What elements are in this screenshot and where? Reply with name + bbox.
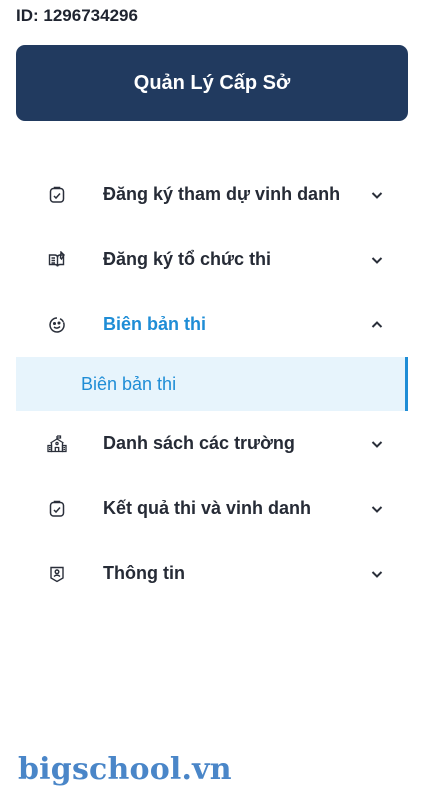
menu-item-school-list[interactable]: Danh sách các trường — [0, 411, 424, 476]
menu-item-information[interactable]: Thông tin — [0, 541, 424, 606]
menu-item-label: Kết quả thi và vinh danh — [103, 498, 312, 518]
chevron-down-icon[interactable] — [368, 435, 386, 453]
sidebar-menu: Đăng ký tham dự vinh danh Đăng ký tổ chứ… — [0, 162, 424, 606]
role-title: Quản Lý Cấp Sở — [133, 71, 291, 94]
open-book-icon — [47, 250, 67, 270]
smile-face-icon — [47, 315, 67, 335]
menu-item-label: Thông tin — [103, 563, 185, 583]
menu-item-register-honor[interactable]: Đăng ký tham dự vinh danh — [0, 162, 424, 227]
bigschool-logo: bigschool.vn — [18, 752, 232, 787]
clipboard-check-icon — [47, 499, 67, 519]
id-badge-icon — [47, 564, 67, 584]
chevron-up-icon[interactable] — [368, 316, 386, 334]
school-building-icon — [47, 434, 67, 454]
menu-item-label: Danh sách các trường — [103, 433, 295, 453]
menu-item-label: Đăng ký tổ chức thi — [103, 249, 272, 269]
chevron-down-icon[interactable] — [368, 565, 386, 583]
menu-item-exam-minutes[interactable]: Biên bản thi — [0, 292, 424, 357]
menu-item-label: Biên bản thi — [103, 314, 206, 334]
role-title-banner[interactable]: Quản Lý Cấp Sở — [16, 45, 408, 121]
menu-item-label: Đăng ký tham dự vinh danh — [103, 184, 341, 204]
submenu-item-exam-minutes[interactable]: Biên bản thi — [16, 357, 408, 411]
submenu-item-label: Biên bản thi — [81, 373, 177, 394]
chevron-down-icon[interactable] — [368, 186, 386, 204]
user-id-label: ID: 1296734296 — [16, 6, 138, 25]
menu-item-register-exam[interactable]: Đăng ký tổ chức thi — [0, 227, 424, 292]
clipboard-check-icon — [47, 185, 67, 205]
chevron-down-icon[interactable] — [368, 251, 386, 269]
menu-item-results-honor[interactable]: Kết quả thi và vinh danh — [0, 476, 424, 541]
chevron-down-icon[interactable] — [368, 500, 386, 518]
